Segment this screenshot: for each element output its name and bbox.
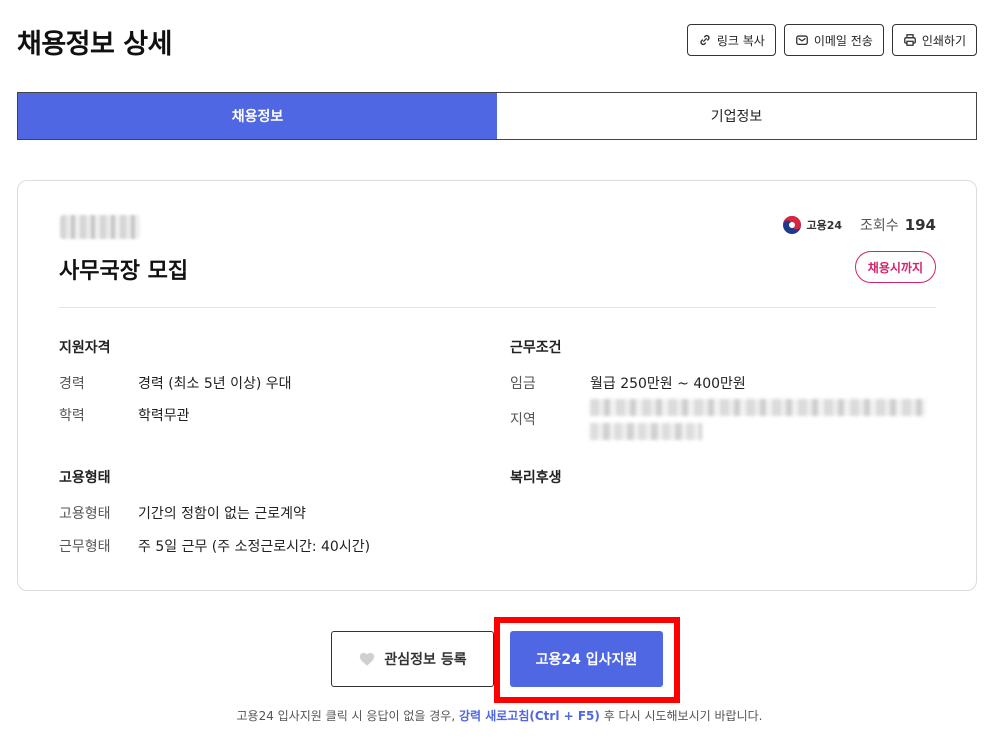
deadline-badge: 채용시까지 bbox=[854, 251, 936, 283]
taegeuk-icon bbox=[783, 216, 802, 234]
row-value-salary: 월급 250만원 ~ 400만원 bbox=[590, 376, 746, 392]
row-value-career: 경력 (최소 5년 이상) 우대 bbox=[138, 376, 292, 392]
views-count: 194 bbox=[904, 216, 936, 234]
copy-link-label: 링크 복사 bbox=[716, 33, 765, 48]
notice-text-after: 후 다시 시도해보시기 바랍니다. bbox=[599, 709, 763, 723]
copy-link-button[interactable]: 링크 복사 bbox=[686, 24, 776, 56]
job-title: 사무국장 모집 bbox=[59, 259, 189, 284]
source-label: 고용24 bbox=[806, 219, 843, 232]
email-send-label: 이메일 전송 bbox=[813, 33, 873, 48]
row-label-work-type: 근무형태 bbox=[59, 539, 111, 555]
section-title-welfare: 복리후생 bbox=[510, 470, 562, 486]
mail-icon bbox=[795, 35, 808, 46]
print-button[interactable]: 인쇄하기 bbox=[891, 24, 977, 56]
tab-job-info[interactable]: 채용정보 bbox=[18, 93, 497, 139]
top-actions: 링크 복사 이메일 전송 인쇄하기 bbox=[686, 24, 977, 56]
row-label-region: 지역 bbox=[510, 412, 536, 428]
refresh-notice: 고용24 입사지원 클릭 시 응답이 없을 경우, 강력 새로고침(Ctrl +… bbox=[0, 707, 999, 724]
row-value-employment-type: 기간의 정함이 없는 근로계약 bbox=[138, 506, 306, 522]
favorite-button[interactable]: 관심정보 등록 bbox=[331, 631, 494, 687]
favorite-label: 관심정보 등록 bbox=[384, 652, 467, 668]
tab-company-info[interactable]: 기업정보 bbox=[497, 93, 976, 139]
row-label-salary: 임금 bbox=[510, 376, 536, 392]
job-detail-card: 사무국장 모집 고용24 조회수 194 채용시까지 지원자격 경력 경력 (최… bbox=[17, 180, 977, 591]
notice-hard-refresh: 강력 새로고침(Ctrl + F5) bbox=[458, 709, 600, 723]
job-meta: 고용24 조회수 194 bbox=[782, 215, 936, 235]
row-value-work-type: 주 5일 근무 (주 소정근로시간: 40시간) bbox=[138, 539, 371, 555]
notice-text-before: 고용24 입사지원 클릭 시 응답이 없을 경우, bbox=[236, 709, 459, 723]
heart-icon bbox=[360, 652, 375, 666]
views-label: 조회수 bbox=[860, 218, 899, 234]
row-label-employment-type: 고용형태 bbox=[59, 506, 111, 522]
apply-button[interactable]: 고용24 입사지원 bbox=[510, 631, 663, 687]
region-value-redacted bbox=[590, 399, 926, 441]
divider bbox=[59, 307, 936, 308]
row-label-education: 학력 bbox=[59, 408, 85, 424]
row-value-education: 학력무관 bbox=[138, 408, 190, 424]
email-send-button[interactable]: 이메일 전송 bbox=[783, 24, 884, 56]
row-label-career: 경력 bbox=[59, 376, 85, 392]
goyong24-logo: 고용24 bbox=[782, 215, 842, 235]
company-name-redacted bbox=[60, 215, 140, 239]
section-title-employment: 고용형태 bbox=[59, 470, 111, 486]
section-title-conditions: 근무조건 bbox=[510, 340, 562, 356]
tab-bar: 채용정보 기업정보 bbox=[17, 92, 977, 140]
printer-icon bbox=[903, 34, 916, 46]
print-label: 인쇄하기 bbox=[921, 33, 966, 48]
section-title-qualification: 지원자격 bbox=[59, 340, 111, 356]
link-icon bbox=[700, 34, 710, 46]
page-title: 채용정보 상세 bbox=[17, 29, 172, 60]
